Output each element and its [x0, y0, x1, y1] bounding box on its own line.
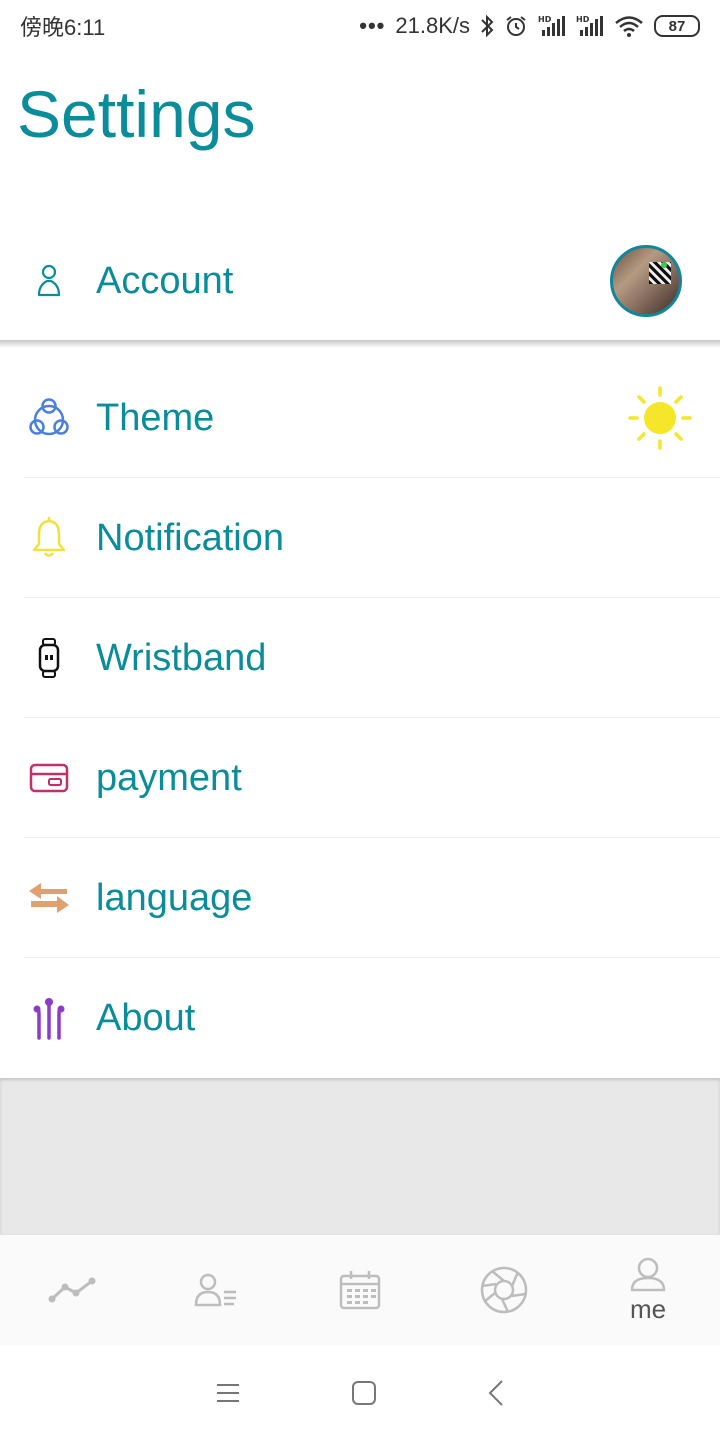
status-bar: 傍晚6:11 ••• 21.8K/s HD HD 87 [0, 0, 720, 52]
menu-item-notification[interactable]: Notification [0, 478, 720, 598]
menu-icon[interactable] [215, 1382, 241, 1404]
status-indicators: ••• 21.8K/s HD HD 87 [359, 13, 700, 39]
tab-calendar[interactable] [288, 1235, 432, 1345]
avatar[interactable] [610, 245, 682, 317]
calendar-icon [339, 1271, 381, 1310]
svg-text:HD: HD [538, 15, 552, 24]
menu-item-label: payment [96, 756, 242, 799]
home-icon[interactable] [351, 1380, 377, 1406]
person-icon [630, 1257, 666, 1291]
page-title: Settings [17, 77, 256, 151]
system-nav-bar [0, 1345, 720, 1440]
bottom-tab-bar: me [0, 1234, 720, 1346]
network-speed: 21.8K/s [395, 13, 470, 38]
menu-item-theme[interactable]: Theme [0, 358, 720, 478]
menu-item-payment[interactable]: payment [0, 718, 720, 838]
bell-icon [24, 516, 74, 560]
card-icon [24, 763, 74, 793]
trend-line-icon [48, 1277, 96, 1303]
wifi-icon [615, 16, 643, 37]
swap-arrows-icon [24, 881, 74, 915]
person-outline-icon [24, 261, 74, 301]
account-row[interactable]: Account [0, 222, 720, 340]
menu-item-label: Wristband [96, 636, 267, 679]
empty-area [0, 1078, 720, 1234]
tuning-fork-icon [24, 996, 74, 1040]
tab-trends[interactable] [0, 1235, 144, 1345]
section-divider [0, 340, 720, 348]
menu-item-wristband[interactable]: Wristband [0, 598, 720, 718]
bluetooth-icon [481, 14, 494, 38]
menu-item-label: language [96, 876, 253, 919]
menu-item-language[interactable]: language [0, 838, 720, 958]
menu-item-label: Theme [96, 396, 215, 439]
more-notifications-icon: ••• [359, 13, 386, 38]
tab-contacts[interactable] [144, 1235, 288, 1345]
tab-camera[interactable] [432, 1235, 576, 1345]
status-time: 傍晚6:11 [20, 15, 106, 40]
settings-menu: Theme Notification Wristband payment lan… [0, 358, 720, 1078]
menu-item-label: About [96, 996, 196, 1039]
svg-text:HD: HD [576, 15, 590, 24]
signal-hd-icon: HD [576, 15, 603, 36]
back-icon[interactable] [487, 1379, 505, 1407]
alarm-icon [506, 16, 526, 36]
contacts-icon [194, 1273, 236, 1307]
battery-icon: 87 [654, 15, 700, 37]
signal-hd-icon: HD [538, 15, 565, 36]
tab-me[interactable]: me [576, 1235, 720, 1345]
wristband-icon [24, 638, 74, 678]
aperture-icon [480, 1266, 528, 1314]
sun-icon[interactable] [628, 386, 692, 455]
tab-label-me: me [629, 1293, 667, 1324]
account-label: Account [96, 259, 234, 302]
menu-item-label: Notification [96, 516, 284, 559]
menu-item-about[interactable]: About [0, 958, 720, 1078]
theme-icon [24, 396, 74, 440]
